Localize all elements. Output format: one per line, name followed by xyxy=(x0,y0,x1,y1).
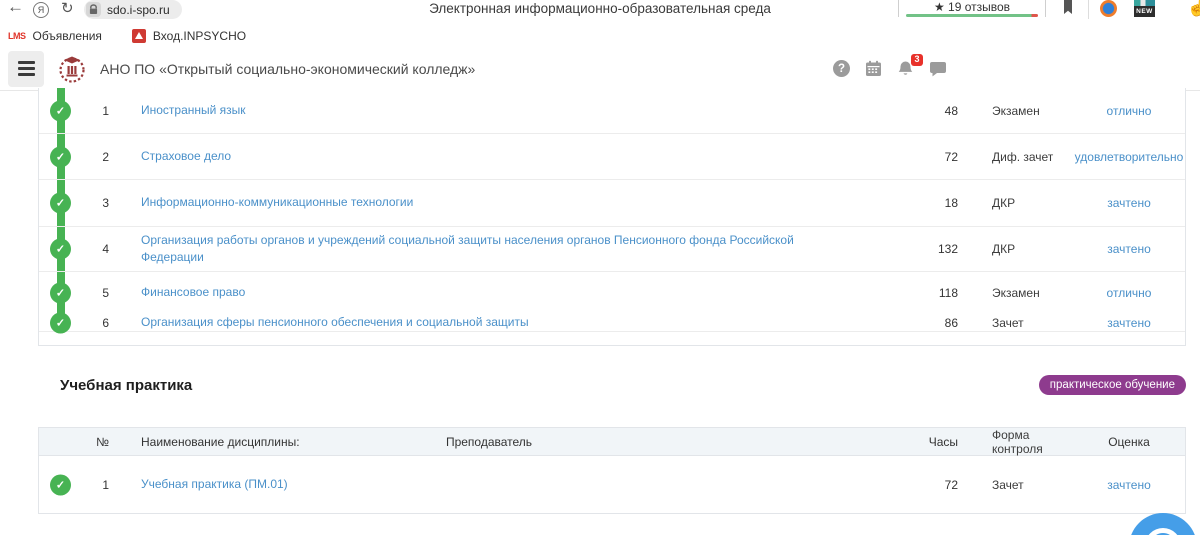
control-form: ДКР xyxy=(958,196,1073,210)
hours-value: 48 xyxy=(898,104,958,118)
row-number: 6 xyxy=(79,316,109,330)
row-number: 5 xyxy=(79,286,109,300)
discipline-link[interactable]: Финансовое право xyxy=(141,284,245,301)
extension-icon[interactable] xyxy=(1100,0,1117,17)
hours-value: 86 xyxy=(898,316,958,330)
grade-link[interactable]: зачтено xyxy=(1107,196,1151,210)
header-icons: ? 3 xyxy=(833,47,947,90)
control-form: Зачет xyxy=(958,316,1073,330)
bookmark-announcements[interactable]: LMS Объявления xyxy=(8,29,102,43)
row-number: 4 xyxy=(79,242,109,256)
college-name: АНО ПО «Открытый социально-экономический… xyxy=(100,61,475,77)
extension-new-icon[interactable]: NEW xyxy=(1134,0,1155,17)
new-badge: NEW xyxy=(1134,6,1155,17)
grade-link[interactable]: зачтено xyxy=(1107,316,1151,330)
hours-value: 72 xyxy=(898,150,958,164)
url-text: sdo.i-spo.ru xyxy=(107,3,170,17)
table-row: ✓ 1 Учебная практика (ПМ.01) 72 Зачет за… xyxy=(39,456,1185,514)
app-header: АНО ПО «Открытый социально-экономический… xyxy=(0,47,1200,91)
chrome-separator xyxy=(1088,0,1089,19)
control-form: Экзамен xyxy=(958,104,1073,118)
discipline-link[interactable]: Страховое дело xyxy=(141,148,231,165)
table-row: ✓ 3 Информационно-коммуникационные техно… xyxy=(39,180,1185,227)
messages-icon[interactable] xyxy=(929,61,947,77)
col-grade: Оценка xyxy=(1073,435,1185,449)
page: ← Я ↻ sdo.i-spo.ru Электронная информаци… xyxy=(0,0,1200,535)
hours-value: 18 xyxy=(898,196,958,210)
reviews-label: ★ 19 отзывов xyxy=(899,0,1045,14)
table-row: ✓ 1 Иностранный язык 48 Экзамен отлично xyxy=(39,88,1185,134)
refresh-icon[interactable]: ↻ xyxy=(61,0,74,17)
table-row: ✓ 6 Организация сферы пенсионного обеспе… xyxy=(39,314,1185,332)
bookmark-flag-icon[interactable] xyxy=(1062,0,1074,20)
bookmark-label: Объявления xyxy=(33,29,102,43)
yandex-icon[interactable]: Я xyxy=(33,2,49,18)
col-control: Форма контроля xyxy=(958,428,1073,456)
reviews-rating-bar xyxy=(906,14,1038,17)
discipline-link[interactable]: Иностранный язык xyxy=(141,102,246,119)
col-hours: Часы xyxy=(898,435,958,449)
bookmarks-bar: LMS Объявления Вход.INPSYCHO xyxy=(0,24,1200,48)
discipline-link[interactable]: Учебная практика (ПМ.01) xyxy=(141,476,288,493)
practice-type-badge: практическое обучение xyxy=(1039,375,1186,395)
grade-link[interactable]: удовлетворительно xyxy=(1075,150,1184,164)
completed-check-icon: ✓ xyxy=(50,146,71,167)
control-form: ДКР xyxy=(958,242,1073,256)
completed-check-icon: ✓ xyxy=(50,312,71,333)
control-form: Экзамен xyxy=(958,286,1073,300)
discipline-link[interactable]: Организация сферы пенсионного обеспечени… xyxy=(141,314,529,331)
site-reviews-button[interactable]: ★ 19 отзывов xyxy=(898,0,1046,17)
row-number: 1 xyxy=(79,478,109,492)
college-logo[interactable] xyxy=(57,53,87,85)
table-row: ✓ 2 Страховое дело 72 Диф. зачет удовлет… xyxy=(39,134,1185,180)
control-form: Диф. зачет xyxy=(958,150,1073,164)
disciplines-table: ✓ 1 Иностранный язык 48 Экзамен отлично … xyxy=(38,88,1186,346)
row-number: 3 xyxy=(79,196,109,210)
bookmark-inpsycho-login[interactable]: Вход.INPSYCHO xyxy=(132,29,246,43)
col-number: № xyxy=(79,435,109,449)
hours-value: 132 xyxy=(898,242,958,256)
completed-check-icon: ✓ xyxy=(50,193,71,214)
discipline-link[interactable]: Организация работы органов и учреждений … xyxy=(141,232,821,267)
hours-value: 118 xyxy=(898,286,958,300)
address-bar[interactable]: sdo.i-spo.ru xyxy=(84,0,182,19)
table-row: ✓ 4 Организация работы органов и учрежде… xyxy=(39,227,1185,272)
chat-bubble-icon xyxy=(1145,528,1181,535)
crest-favicon xyxy=(132,29,146,43)
completed-check-icon: ✓ xyxy=(50,239,71,260)
notifications-bell-icon[interactable]: 3 xyxy=(897,60,914,78)
grade-link[interactable]: зачтено xyxy=(1107,242,1151,256)
control-form: Зачет xyxy=(958,478,1073,492)
menu-button[interactable] xyxy=(8,51,44,87)
bookmark-label: Вход.INPSYCHO xyxy=(153,29,246,43)
col-teacher: Преподаватель xyxy=(349,435,629,449)
completed-check-icon: ✓ xyxy=(50,475,71,496)
table-header-row: № Наименование дисциплины: Преподаватель… xyxy=(39,428,1185,456)
section-title: Учебная практика xyxy=(60,377,192,394)
lock-icon xyxy=(86,2,101,17)
calendar-icon[interactable] xyxy=(865,60,882,77)
back-icon[interactable]: ← xyxy=(7,0,24,17)
completed-check-icon: ✓ xyxy=(50,283,71,304)
lms-favicon: LMS xyxy=(8,31,26,41)
practice-section-header: Учебная практика практическое обучение xyxy=(60,371,1186,399)
hand-cursor-icon[interactable]: ☝ xyxy=(1187,0,1200,18)
practice-table: № Наименование дисциплины: Преподаватель… xyxy=(38,427,1186,514)
grade-link[interactable]: зачтено xyxy=(1107,478,1151,492)
discipline-link[interactable]: Информационно-коммуникационные технологи… xyxy=(141,194,413,211)
row-number: 2 xyxy=(79,150,109,164)
hours-value: 72 xyxy=(898,478,958,492)
notification-count-badge: 3 xyxy=(911,54,923,66)
grade-link[interactable]: отлично xyxy=(1107,286,1152,300)
completed-check-icon: ✓ xyxy=(50,100,71,121)
browser-chrome: ← Я ↻ sdo.i-spo.ru Электронная информаци… xyxy=(0,0,1200,24)
table-row: ✓ 5 Финансовое право 118 Экзамен отлично xyxy=(39,272,1185,314)
help-icon[interactable]: ? xyxy=(833,60,850,77)
col-discipline: Наименование дисциплины: xyxy=(109,435,349,449)
row-number: 1 xyxy=(79,104,109,118)
chat-widget-button[interactable] xyxy=(1129,513,1197,535)
grade-link[interactable]: отлично xyxy=(1107,104,1152,118)
